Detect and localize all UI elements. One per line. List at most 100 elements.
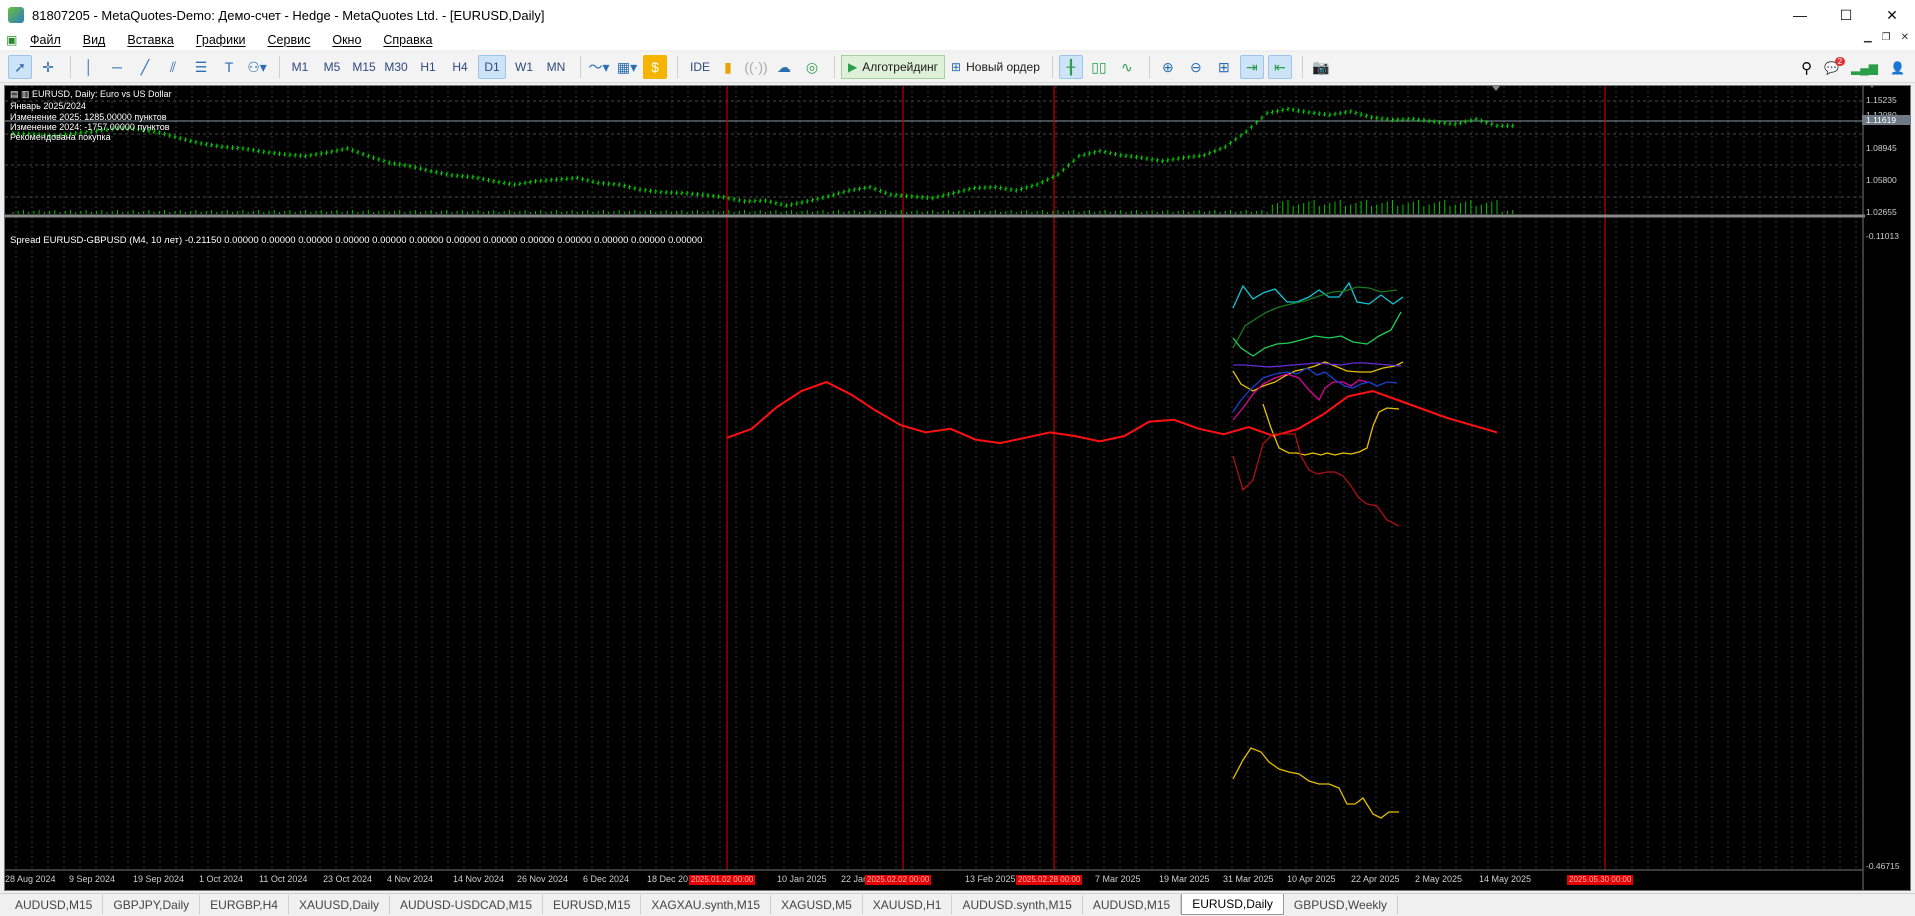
play-icon: ▶ [848, 60, 858, 74]
timeframe-h4[interactable]: H4 [446, 55, 474, 79]
bar-chart-icon[interactable]: ╂ [1058, 55, 1083, 79]
date-label: 4 Nov 2024 [387, 874, 434, 884]
mdi-close-icon[interactable]: ✕ [1901, 32, 1909, 43]
new-order-button[interactable]: ⊞ Новый ордер [945, 55, 1046, 79]
indicator-label: Spread EURUSD-GBPUSD (M4, 10 лет) -0.211… [10, 235, 703, 246]
timeframe-mn[interactable]: MN [542, 55, 570, 79]
tab-eurusd-m15[interactable]: EURUSD,M15 [543, 895, 642, 914]
tab-eurgbp-h4[interactable]: EURGBP,H4 [200, 895, 289, 914]
mdi-restore-icon[interactable]: ❐ [1882, 32, 1891, 43]
vertical-line-icon[interactable]: │ [77, 55, 101, 79]
tab-xauusd-h1[interactable]: XAUUSD,H1 [863, 895, 953, 914]
line-chart-icon[interactable]: ∿ [1115, 55, 1139, 79]
trendline-icon[interactable]: ╱ [133, 55, 157, 79]
shapes-icon[interactable]: ⚇▾ [245, 55, 269, 79]
current-price-label: 1.11619 [1862, 115, 1910, 125]
chart-window[interactable]: ▤ ▥ EURUSD, Daily: Euro vs US Dollar Янв… [4, 85, 1911, 891]
horizontal-line-icon[interactable]: ─ [105, 55, 129, 79]
date-label: 23 Oct 2024 [323, 874, 373, 884]
timeframe-d1[interactable]: D1 [478, 55, 506, 79]
tab-xagusd-m5[interactable]: XAGUSD,M5 [771, 895, 863, 914]
date-label: 14 Nov 2024 [453, 874, 505, 884]
date-label: 22 Apr 2025 [1351, 874, 1400, 884]
timeframe-m15[interactable]: M15 [350, 55, 378, 79]
algotrading-button[interactable]: ▶ Алготрейдинг [841, 55, 946, 79]
menu-help[interactable]: Справка [383, 33, 432, 47]
chart-symbol-title: EURUSD, Daily: Euro vs US Dollar [32, 89, 172, 99]
timeframe-h1[interactable]: H1 [414, 55, 442, 79]
timeframe-m30[interactable]: M30 [382, 55, 410, 79]
minimize-button[interactable]: — [1777, 0, 1823, 30]
price-label: 1.15235 [1866, 95, 1897, 105]
zoom-out-icon[interactable]: ⊖ [1184, 55, 1208, 79]
overlay-line [1232, 747, 1399, 819]
chart-menu-icon[interactable]: ▤ ▥ [10, 89, 30, 99]
grid-icon[interactable]: ⊞ [1212, 55, 1236, 79]
indicator-lines [726, 281, 1498, 819]
account-icon[interactable]: 👤 [1890, 61, 1905, 75]
mdi-minimize-icon[interactable]: ▁ [1864, 32, 1872, 43]
signals-icon[interactable]: ((·)) [744, 55, 768, 79]
timeframe-m5[interactable]: M5 [318, 55, 346, 79]
candlestick-icon[interactable]: ▯▯ [1087, 55, 1111, 79]
date-label: 28 Aug 2024 [5, 874, 56, 884]
date-label: 19 Mar 2025 [1159, 874, 1210, 884]
chart-shift-marker-icon[interactable] [1492, 86, 1500, 91]
chart-canvas[interactable] [5, 86, 1911, 891]
close-button[interactable]: ✕ [1869, 0, 1915, 30]
market-bag-icon[interactable]: ▮ [716, 55, 740, 79]
chart-shift-icon[interactable]: ⇤ [1267, 55, 1292, 79]
tab-gbpjpy-daily[interactable]: GBPJPY,Daily [103, 895, 201, 914]
tab-audusd-m15[interactable]: AUDUSD,M15 [5, 895, 104, 914]
menu-charts[interactable]: Графики [196, 33, 246, 47]
text-tool-icon[interactable]: T [217, 55, 241, 79]
timeframe-w1[interactable]: W1 [510, 55, 538, 79]
ide-button[interactable]: IDE [684, 55, 716, 79]
channel-icon[interactable]: ⫽ [161, 55, 185, 79]
tab-audusd-usdcad-m15[interactable]: AUDUSD-USDCAD,M15 [390, 895, 544, 914]
autoscroll-icon[interactable]: ⇥ [1239, 55, 1264, 79]
price-bars [11, 106, 1515, 208]
maximize-button[interactable]: ☐ [1823, 0, 1869, 30]
date-marker: 2025.05.30 00:00 [1567, 875, 1634, 885]
cloud-icon[interactable]: ☁ [772, 55, 796, 79]
date-label: 7 Mar 2025 [1095, 874, 1141, 884]
toolbar-separator [279, 56, 280, 78]
chart-type-icon[interactable]: 〜▾ [587, 55, 611, 79]
screenshot-icon[interactable]: 📷 [1309, 55, 1333, 79]
indicator-scale-min: -0.46715 [1866, 861, 1900, 871]
crosshair-icon[interactable]: ✛ [36, 55, 60, 79]
date-marker: 2025.02.28 00:00 [1016, 875, 1083, 885]
overlay-line [1232, 281, 1404, 309]
menu-app-icon[interactable]: ▣ [6, 34, 20, 46]
date-label: 18 Dec 20 [647, 874, 689, 884]
fibonacci-icon[interactable]: ☰ [189, 55, 213, 79]
dollar-icon[interactable]: $ [643, 55, 667, 79]
search-icon[interactable]: ⚲ [1801, 59, 1812, 77]
menu-window[interactable]: Окно [332, 33, 361, 47]
vps-icon[interactable]: ◎ [800, 55, 824, 79]
cursor-arrow-icon[interactable]: ➚ [8, 55, 32, 79]
menu-file[interactable]: Файл [30, 33, 61, 47]
zoom-in-icon[interactable]: ⊕ [1156, 55, 1180, 79]
notification-badge: 2 [1834, 57, 1846, 66]
templates-icon[interactable]: ▦▾ [615, 55, 639, 79]
toolbar-separator [580, 56, 581, 78]
tab-xauusd-daily[interactable]: XAUUSD,Daily [289, 895, 390, 914]
tab-xagxau-synth-m15[interactable]: XAGXAU.synth,M15 [641, 895, 772, 914]
notifications-icon[interactable]: 💬 2 [1824, 57, 1846, 75]
timeframe-m1[interactable]: M1 [286, 55, 314, 79]
new-order-label: Новый ордер [966, 60, 1040, 74]
tab-gbpusd-weekly[interactable]: GBPUSD,Weekly [1284, 895, 1399, 914]
window-controls: — ☐ ✕ [1777, 0, 1915, 30]
tab-audusd-synth-m15[interactable]: AUDUSD.synth,M15 [952, 895, 1083, 914]
date-label: 14 May 2025 [1479, 874, 1532, 884]
menu-service[interactable]: Сервис [268, 33, 311, 47]
overlay-line [1232, 433, 1400, 527]
tab-audusd-m15-2[interactable]: AUDUSD,M15 [1083, 895, 1182, 914]
menu-insert[interactable]: Вставка [127, 33, 173, 47]
toolbar-separator [1051, 56, 1053, 78]
connection-status-icon[interactable]: ▂▄▆ [1851, 61, 1878, 75]
menu-view[interactable]: Вид [83, 33, 106, 47]
tab-eurusd-daily[interactable]: EURUSD,Daily [1181, 894, 1284, 915]
